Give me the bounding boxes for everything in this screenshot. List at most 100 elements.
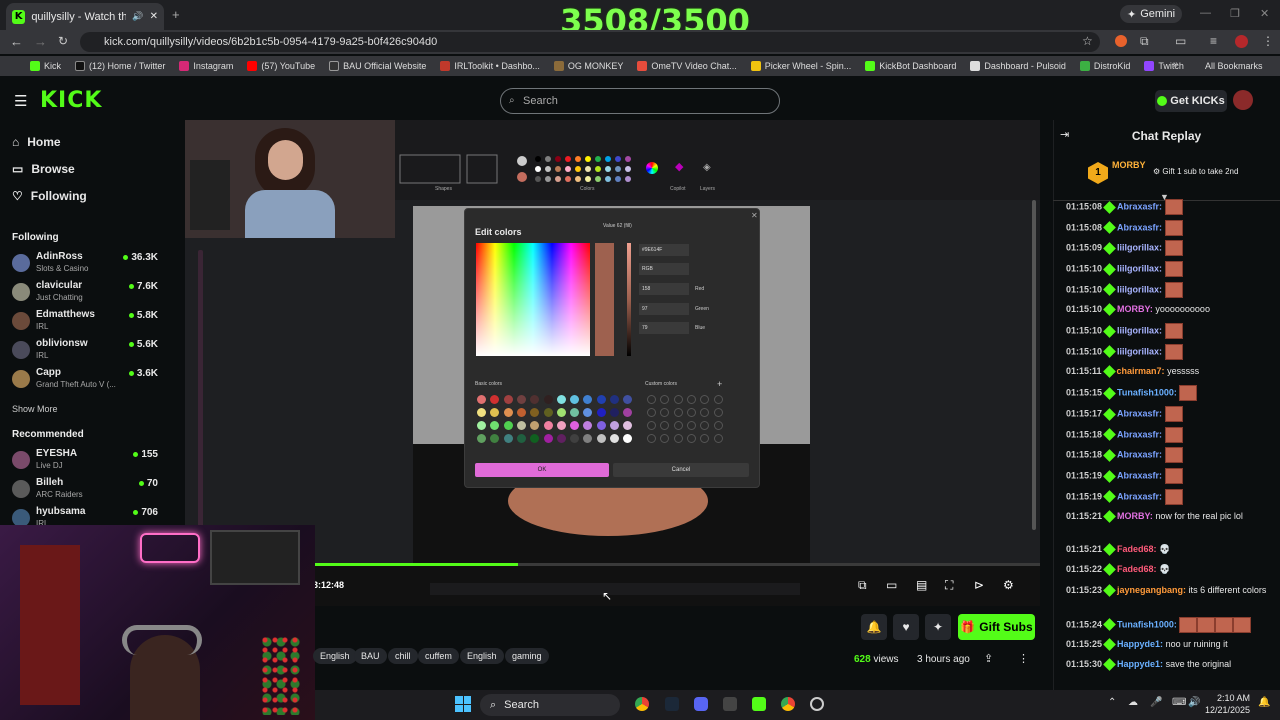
- user-avatar[interactable]: [1233, 90, 1253, 110]
- custom-color-slot[interactable]: [700, 421, 710, 430]
- all-bookmarks[interactable]: All Bookmarks: [1205, 61, 1263, 71]
- basic-color-swatch[interactable]: [543, 434, 553, 443]
- swatch[interactable]: [575, 156, 581, 162]
- basic-color-swatch[interactable]: [583, 434, 593, 443]
- minimize-icon[interactable]: —: [1200, 7, 1211, 19]
- custom-color-slot[interactable]: [713, 434, 723, 443]
- more-options-icon[interactable]: ⋮: [1018, 652, 1029, 665]
- layers-icon[interactable]: ◈: [703, 162, 711, 173]
- more-menu-icon[interactable]: ⋮: [1262, 34, 1274, 48]
- chat-username[interactable]: Abraxasfr:: [1117, 408, 1162, 418]
- extension-icon[interactable]: [1115, 35, 1127, 47]
- sparkle-button[interactable]: ✦: [925, 614, 951, 640]
- custom-color-slot[interactable]: [713, 408, 723, 417]
- swatch[interactable]: [615, 166, 621, 172]
- basic-color-swatch[interactable]: [610, 434, 619, 443]
- nav-following[interactable]: ♡ Following: [12, 189, 87, 203]
- basic-color-swatch[interactable]: [623, 434, 633, 443]
- kick-app-icon[interactable]: [752, 697, 766, 711]
- value-slider[interactable]: [627, 243, 631, 356]
- gemini-button[interactable]: ✦ Gemini: [1120, 5, 1182, 23]
- swatch[interactable]: [625, 166, 631, 172]
- swatch[interactable]: [595, 166, 601, 172]
- bookmark-item[interactable]: DistroKid: [1079, 61, 1130, 71]
- new-tab-icon[interactable]: +: [172, 7, 180, 22]
- chat-username[interactable]: Tunafish1000:: [1117, 388, 1177, 398]
- discord-icon[interactable]: [694, 697, 708, 711]
- tag-chip[interactable]: chill: [388, 648, 418, 664]
- color-spectrum[interactable]: [476, 243, 590, 356]
- swatch[interactable]: [585, 156, 591, 162]
- chat-username[interactable]: Abraxasfr:: [1117, 470, 1162, 480]
- basic-color-swatch[interactable]: [583, 395, 593, 404]
- chat-username[interactable]: Abraxasfr:: [1117, 201, 1162, 211]
- swatch[interactable]: [615, 176, 621, 182]
- maximize-icon[interactable]: ❐: [1230, 7, 1240, 20]
- chat-username[interactable]: MORBY:: [1117, 511, 1153, 521]
- basic-color-swatch[interactable]: [610, 421, 619, 430]
- basic-color-swatch[interactable]: [503, 421, 513, 430]
- custom-color-slot[interactable]: [660, 395, 670, 404]
- basic-color-swatch[interactable]: [596, 434, 606, 443]
- swatch[interactable]: [575, 176, 581, 182]
- green-input[interactable]: 97: [639, 303, 689, 315]
- taskbar-search[interactable]: ⌕ Search: [480, 694, 620, 716]
- chat-username[interactable]: Faded68:: [1117, 564, 1157, 574]
- chat-username[interactable]: Abraxasfr:: [1117, 491, 1162, 501]
- fullscreen-icon[interactable]: ⛶: [945, 578, 953, 593]
- bookmark-item[interactable]: KickBot Dashboard: [865, 61, 956, 71]
- basic-color-swatch[interactable]: [530, 421, 540, 430]
- share-icon[interactable]: ⇪: [984, 652, 993, 665]
- custom-color-slot[interactable]: [673, 408, 683, 417]
- swatch[interactable]: [545, 166, 551, 172]
- basic-color-swatch[interactable]: [503, 434, 513, 443]
- swatch[interactable]: [625, 176, 631, 182]
- custom-color-slot[interactable]: [647, 434, 656, 443]
- swatch[interactable]: [605, 156, 611, 162]
- basic-color-swatch[interactable]: [477, 408, 486, 417]
- chrome-active-icon[interactable]: [781, 697, 795, 711]
- notifications-icon[interactable]: 🔔: [1258, 697, 1270, 708]
- swatch[interactable]: [535, 156, 541, 162]
- sidebar-channel-item[interactable]: clavicular Just Chatting 7.6K: [12, 280, 162, 306]
- basic-color-swatch[interactable]: [570, 434, 580, 443]
- custom-color-slot[interactable]: [686, 421, 696, 430]
- show-more-link[interactable]: Show More: [12, 404, 58, 414]
- swatch[interactable]: [565, 176, 571, 182]
- search-input[interactable]: ⌕ Search: [500, 88, 780, 114]
- swatch[interactable]: [565, 156, 571, 162]
- basic-color-swatch[interactable]: [530, 434, 540, 443]
- basic-color-swatch[interactable]: [543, 421, 553, 430]
- chat-username[interactable]: chairman7:: [1117, 366, 1165, 376]
- back-icon[interactable]: ←: [10, 34, 23, 49]
- swatch[interactable]: [585, 166, 591, 172]
- nav-browse[interactable]: ▭ Browse: [12, 162, 75, 176]
- kick-logo[interactable]: KICK: [40, 88, 102, 113]
- swatch[interactable]: [585, 176, 591, 182]
- address-bar[interactable]: kick.com/quillysilly/videos/6b2b1c5b-095…: [80, 32, 1100, 52]
- tag-chip[interactable]: English: [313, 648, 357, 664]
- basic-color-swatch[interactable]: [516, 434, 526, 443]
- basic-color-swatch[interactable]: [490, 421, 500, 430]
- cancel-button[interactable]: Cancel: [613, 463, 749, 477]
- get-kicks-button[interactable]: Get KICKs: [1155, 90, 1227, 112]
- chrome-icon[interactable]: [635, 697, 649, 711]
- basic-color-swatch[interactable]: [543, 408, 553, 417]
- bookmark-item[interactable]: Dashboard - Pulsoid: [970, 61, 1066, 71]
- swatch[interactable]: [595, 176, 601, 182]
- browser-tab[interactable]: K quillysilly - Watch the VOD 🔊 ✕: [6, 3, 164, 30]
- chat-username[interactable]: liilgorillax:: [1117, 284, 1162, 294]
- basic-color-swatch[interactable]: [583, 421, 593, 430]
- basic-color-swatch[interactable]: [477, 395, 486, 404]
- swatch[interactable]: [595, 156, 601, 162]
- chat-username[interactable]: Tunafish1000:: [1117, 619, 1177, 629]
- chat-username[interactable]: Abraxasfr:: [1117, 429, 1162, 439]
- bookmark-item[interactable]: IRLToolkit • Dashbo...: [440, 61, 540, 71]
- basic-color-swatch[interactable]: [516, 395, 526, 404]
- chat-username[interactable]: liilgorillax:: [1117, 326, 1162, 336]
- swatch[interactable]: [625, 156, 631, 162]
- basic-color-swatch[interactable]: [596, 421, 606, 430]
- swatch[interactable]: [545, 176, 551, 182]
- basic-color-swatch[interactable]: [570, 421, 580, 430]
- sidebar-channel-item[interactable]: EYESHA Live DJ 155: [12, 448, 162, 474]
